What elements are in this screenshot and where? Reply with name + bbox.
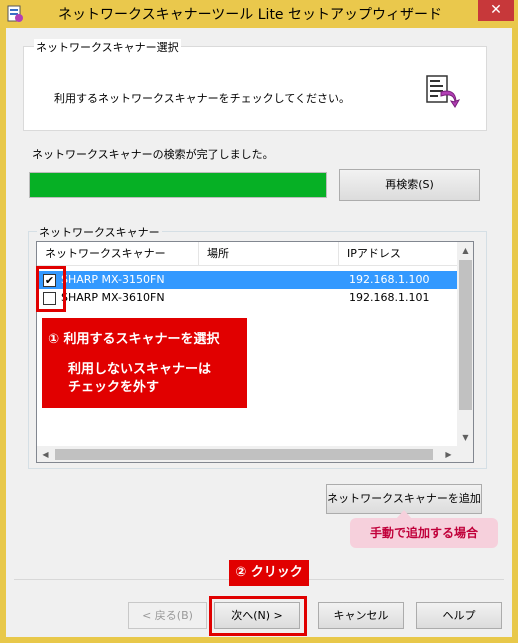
callout-note-line2: チェックを外す: [68, 380, 160, 395]
scroll-corner: [457, 446, 473, 462]
scanner-group-label: ネットワークスキャナー: [37, 224, 162, 240]
manual-add-callout: 手動で追加する場合: [350, 518, 498, 548]
scroll-down-icon[interactable]: ▼: [457, 429, 473, 446]
progress-fill: [30, 173, 326, 197]
back-button[interactable]: < 戻る(B): [128, 602, 207, 629]
callout-note-line1: 利用しないスキャナーは: [68, 362, 212, 377]
scanner-row[interactable]: ✔ SHARP MX-3150FN 192.168.1.100: [37, 271, 457, 289]
close-button[interactable]: ✕: [478, 0, 514, 21]
horizontal-scroll-thumb[interactable]: [55, 449, 433, 460]
scanner-name: SHARP MX-3150FN: [61, 273, 165, 286]
scanner-ip: 192.168.1.101: [349, 291, 430, 304]
next-button-highlight-box: [209, 596, 307, 636]
scroll-up-icon[interactable]: ▲: [457, 242, 473, 259]
horizontal-scrollbar[interactable]: ◀ ▶: [37, 446, 457, 462]
list-header: ネットワークスキャナー 場所 IPアドレス: [37, 242, 457, 266]
header-panel: ネットワークスキャナー選択: [23, 39, 487, 131]
scanner-row[interactable]: SHARP MX-3610FN 192.168.1.101: [37, 289, 457, 307]
cancel-button[interactable]: キャンセル: [318, 602, 404, 629]
setup-wizard-window: ネットワークスキャナーツール Lite セットアップウィザード ✕ ネットワーク…: [0, 0, 518, 643]
callout-step1: ① 利用するスキャナーを選択: [48, 332, 220, 347]
column-header-scanner[interactable]: ネットワークスキャナー: [37, 242, 199, 266]
checkbox-highlight-box: [36, 266, 66, 312]
help-button[interactable]: ヘルプ: [416, 602, 502, 629]
title-bar[interactable]: ネットワークスキャナーツール Lite セットアップウィザード ✕: [0, 0, 518, 28]
scroll-right-icon[interactable]: ▶: [440, 446, 457, 462]
column-header-ip[interactable]: IPアドレス: [339, 242, 457, 266]
scroll-left-icon[interactable]: ◀: [37, 446, 54, 462]
select-scanner-callout: ① 利用するスキャナーを選択 利用しないスキャナーは チェックを外す: [42, 318, 247, 408]
scanner-name: SHARP MX-3610FN: [61, 291, 165, 304]
header-group-label: ネットワークスキャナー選択: [34, 39, 181, 55]
scanner-document-icon: [426, 75, 461, 108]
click-callout: ② クリック: [229, 560, 309, 586]
vertical-scrollbar[interactable]: ▲ ▼: [457, 242, 473, 446]
rescan-button[interactable]: 再検索(S): [339, 169, 480, 201]
search-status-text: ネットワークスキャナーの検索が完了しました。: [32, 148, 274, 161]
window-title: ネットワークスキャナーツール Lite セットアップウィザード: [58, 7, 442, 23]
instruction-text: 利用するネットワークスキャナーをチェックしてください。: [54, 92, 351, 105]
column-header-location[interactable]: 場所: [199, 242, 339, 266]
search-progress-bar: [29, 172, 327, 198]
vertical-scroll-thumb[interactable]: [459, 260, 472, 410]
scanner-ip: 192.168.1.100: [349, 273, 430, 286]
